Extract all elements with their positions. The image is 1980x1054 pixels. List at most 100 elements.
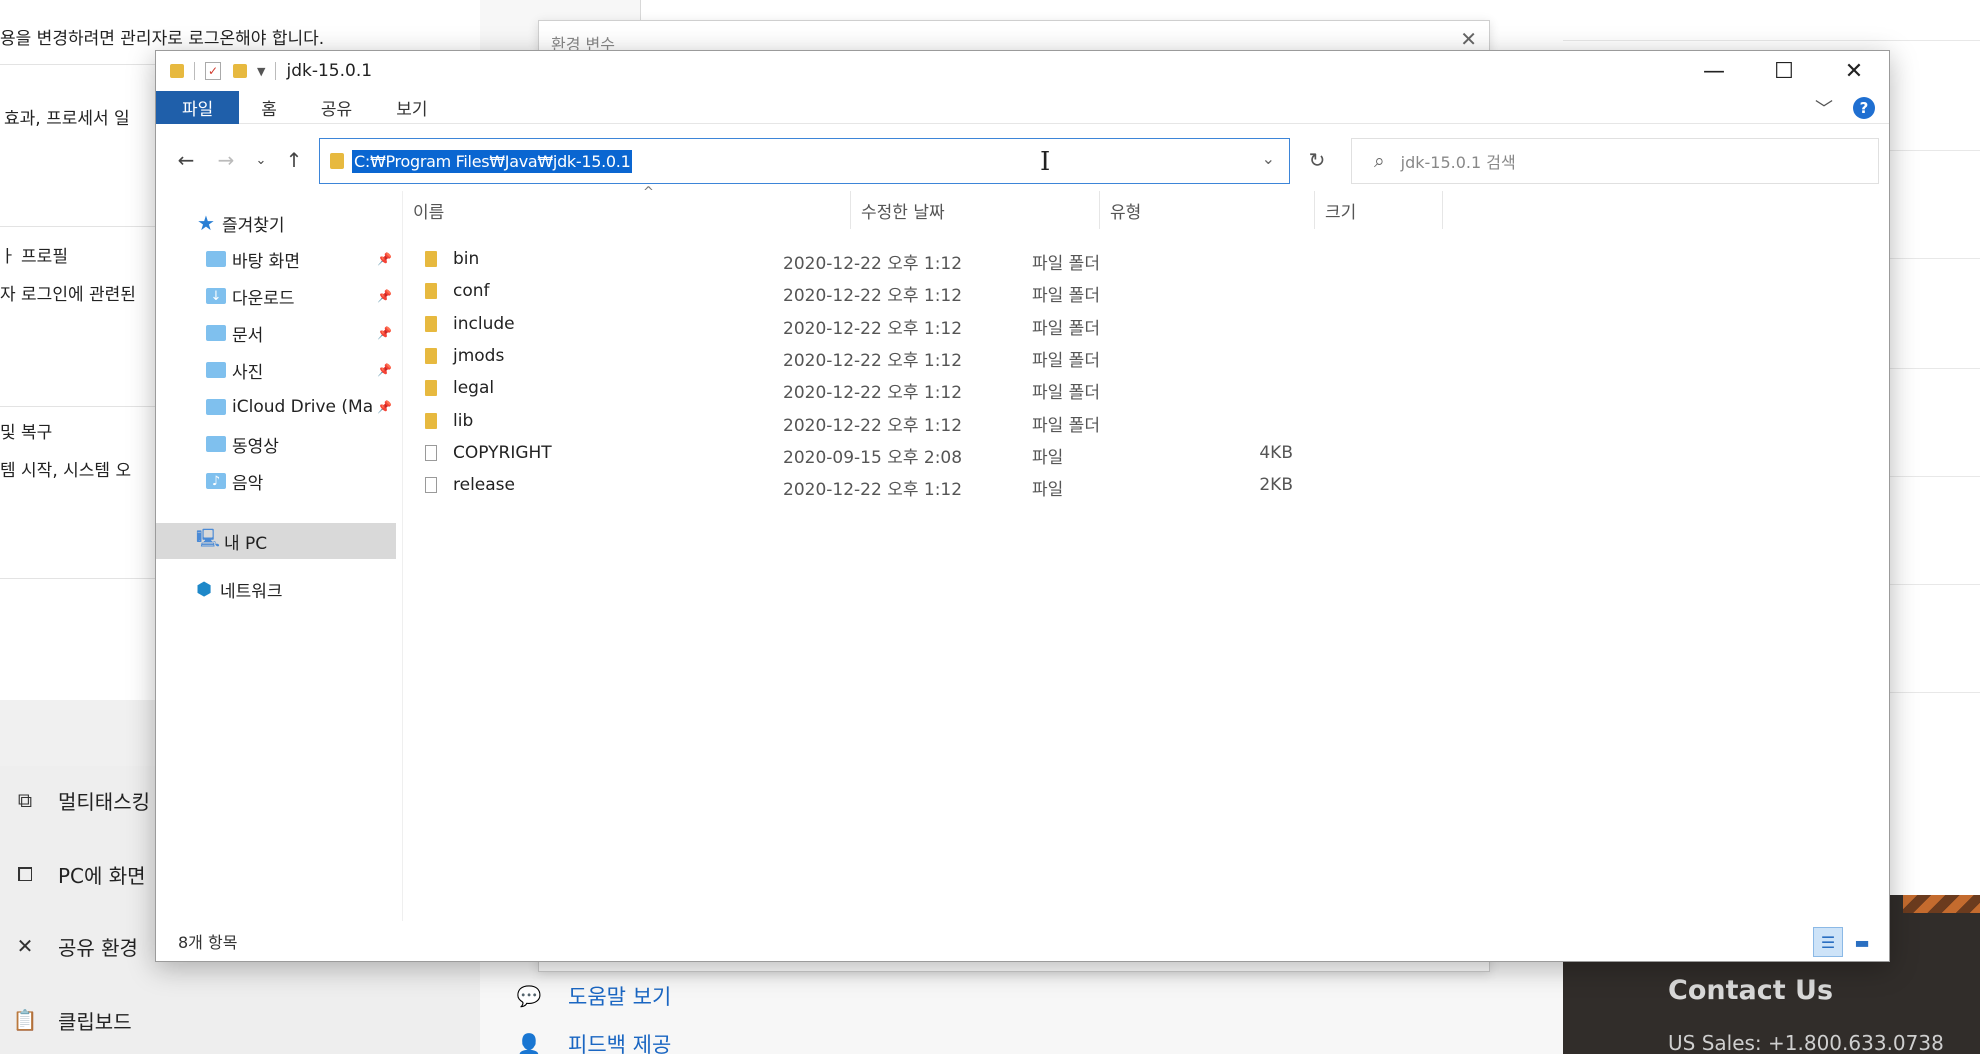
separator — [194, 62, 195, 80]
address-bar[interactable]: C:₩Program Files₩Java₩jdk-15.0.1 I ⌄ — [319, 138, 1290, 184]
ribbon-controls: ﹀ ? — [1815, 95, 1875, 121]
folder-icon — [425, 315, 437, 332]
properties-icon[interactable]: ✓ — [205, 62, 221, 80]
file-name-cell[interactable]: include — [425, 314, 515, 334]
file-date: 2020-09-15 오후 2:08 — [783, 447, 963, 468]
pin-icon: 📌 — [377, 289, 392, 303]
close-icon[interactable]: ✕ — [1460, 27, 1477, 51]
settings-nav-shared[interactable]: ✕ 공유 환경 — [0, 926, 138, 966]
maximize-button[interactable]: ☐ — [1749, 51, 1819, 91]
tab-view[interactable]: 보기 — [374, 91, 449, 124]
search-icon: ⌕ — [1374, 150, 1385, 172]
table-row[interactable]: lib 2020-12-22 오후 1:12 파일 폴더 — [403, 405, 1403, 437]
search-box[interactable]: ⌕ jdk-15.0.1 검색 — [1351, 138, 1879, 184]
column-header-name[interactable]: 이름 ^ — [403, 185, 851, 229]
column-header-size[interactable]: 크기 — [1315, 191, 1443, 229]
customize-toolbar-icon[interactable]: ▼ — [257, 65, 265, 78]
back-button[interactable]: ← — [168, 142, 204, 178]
forward-button[interactable]: → — [208, 142, 244, 178]
settings-text-recovery: 템 시작, 시스템 오 — [0, 461, 132, 481]
table-row[interactable]: legal 2020-12-22 오후 1:12 파일 폴더 — [403, 372, 1403, 404]
quick-access-toolbar: ✓ ▼ — [170, 62, 286, 80]
nav-item-pictures[interactable]: 사진 📌 — [156, 352, 396, 388]
nav-item-music[interactable]: ♪ 음악 — [156, 463, 396, 499]
file-explorer-window: ✓ ▼ jdk-15.0.1 — ☐ ✕ 파일 홈 공유 보기 ﹀ ? ← → … — [155, 50, 1890, 962]
tab-share[interactable]: 공유 — [299, 91, 374, 124]
help-link[interactable]: 💬 도움말 보기 — [480, 978, 672, 1014]
settings-nav-projecting[interactable]: ⧠ PC에 화면 — [0, 854, 146, 894]
file-name-cell[interactable]: bin — [425, 249, 479, 269]
file-name: lib — [453, 410, 474, 431]
nav-network[interactable]: ⬢ 네트워크 — [156, 571, 396, 607]
file-name: COPYRIGHT — [453, 442, 552, 463]
refresh-icon: ↻ — [1308, 148, 1326, 172]
view-switcher: ☰ ▬ — [1809, 927, 1877, 957]
nav-item-icloud-drive[interactable]: iCloud Drive (Ma 📌 — [156, 389, 396, 425]
network-icon: ⬢ — [196, 578, 212, 600]
nav-item-documents[interactable]: 문서 📌 — [156, 315, 396, 351]
column-header-type[interactable]: 유형 — [1100, 191, 1315, 229]
table-row[interactable]: include 2020-12-22 오후 1:12 파일 폴더 — [403, 308, 1403, 340]
table-row[interactable]: conf 2020-12-22 오후 1:12 파일 폴더 — [403, 275, 1403, 307]
file-name-cell[interactable]: legal — [425, 378, 494, 398]
column-header-date[interactable]: 수정한 날짜 — [851, 191, 1100, 229]
pin-icon: 📌 — [377, 252, 392, 266]
file-type: 파일 폴더 — [1032, 383, 1100, 404]
table-row[interactable]: COPYRIGHT 2020-09-15 오후 2:08 파일 4KB — [403, 437, 1403, 469]
pin-icon: 📌 — [377, 363, 392, 377]
table-row[interactable]: release 2020-12-22 오후 1:12 파일 2KB — [403, 469, 1403, 501]
file-icon — [425, 477, 437, 494]
file-name-cell[interactable]: conf — [425, 281, 490, 301]
file-date: 2020-12-22 오후 1:12 — [783, 383, 963, 404]
tab-home[interactable]: 홈 — [239, 91, 299, 124]
videos-icon — [206, 436, 226, 452]
text-cursor-icon: I — [1040, 147, 1051, 177]
file-name-cell[interactable]: lib — [425, 411, 473, 431]
nav-item-desktop[interactable]: 바탕 화면 📌 — [156, 241, 396, 277]
search-input[interactable]: jdk-15.0.1 검색 — [1401, 149, 1516, 173]
chevron-down-icon: ⌄ — [255, 152, 267, 168]
settings-nav-clipboard[interactable]: 📋 클립보드 — [0, 1000, 132, 1040]
contact-title: Contact Us — [1668, 975, 1834, 1006]
details-view-button[interactable]: ☰ — [1813, 927, 1843, 957]
table-row[interactable]: jmods 2020-12-22 오후 1:12 파일 폴더 — [403, 340, 1403, 372]
folder-icon — [170, 64, 184, 78]
expand-ribbon-icon[interactable]: ﹀ — [1815, 95, 1833, 121]
file-name: include — [453, 313, 515, 334]
nav-quick-access[interactable]: ★ 즐겨찾기 — [156, 205, 396, 241]
address-path[interactable]: C:₩Program Files₩Java₩jdk-15.0.1 — [352, 149, 633, 173]
tab-file[interactable]: 파일 — [156, 90, 240, 124]
file-name: conf — [453, 281, 490, 302]
file-name-cell[interactable]: release — [425, 475, 515, 495]
minimize-button[interactable]: — — [1679, 51, 1749, 91]
feedback-link[interactable]: 👤 피드백 제공 — [480, 1026, 672, 1054]
recent-locations-button[interactable]: ⌄ — [248, 142, 274, 178]
arrow-up-icon: ↑ — [285, 148, 303, 172]
pin-icon: 📌 — [377, 400, 392, 414]
project-icon: ⧠ — [17, 862, 33, 886]
settings-text-performance: 효과, 프로세서 일 — [4, 109, 130, 129]
file-name-cell[interactable]: jmods — [425, 346, 504, 366]
new-folder-icon[interactable] — [233, 64, 247, 78]
navigation-pane: ★ 즐겨찾기 바탕 화면 📌 ↓ 다운로드 📌 문서 📌 사진 📌 iCloud… — [156, 191, 396, 921]
refresh-button[interactable]: ↻ — [1299, 142, 1335, 178]
window-controls: — ☐ ✕ — [1679, 51, 1889, 91]
file-name-cell[interactable]: COPYRIGHT — [425, 443, 552, 463]
contact-phone[interactable]: US Sales: +1.800.633.0738 — [1668, 1031, 1944, 1054]
nav-item-downloads[interactable]: ↓ 다운로드 📌 — [156, 278, 396, 314]
folder-icon — [425, 412, 437, 429]
multitasking-icon: ⧉ — [17, 788, 33, 812]
nav-item-videos[interactable]: 동영상 — [156, 426, 396, 462]
address-dropdown-icon[interactable]: ⌄ — [1262, 149, 1275, 168]
navigation-bar: ← → ⌄ ↑ C:₩Program Files₩Java₩jdk-15.0.1… — [156, 136, 1889, 184]
large-icons-view-button[interactable]: ▬ — [1847, 927, 1877, 957]
up-button[interactable]: ↑ — [278, 142, 310, 178]
file-type: 파일 폴더 — [1032, 350, 1100, 371]
table-row[interactable]: bin 2020-12-22 오후 1:12 파일 폴더 — [403, 243, 1403, 275]
settings-nav-multitasking[interactable]: ⧉ 멀티태스킹 — [0, 780, 150, 820]
close-button[interactable]: ✕ — [1819, 51, 1889, 91]
ribbon-tabs: 파일 홈 공유 보기 ﹀ ? — [156, 90, 1889, 124]
help-icon[interactable]: ? — [1853, 97, 1875, 119]
feedback-icon: 👤 — [516, 1032, 542, 1054]
nav-this-pc[interactable]: 🖳 내 PC — [156, 523, 396, 559]
